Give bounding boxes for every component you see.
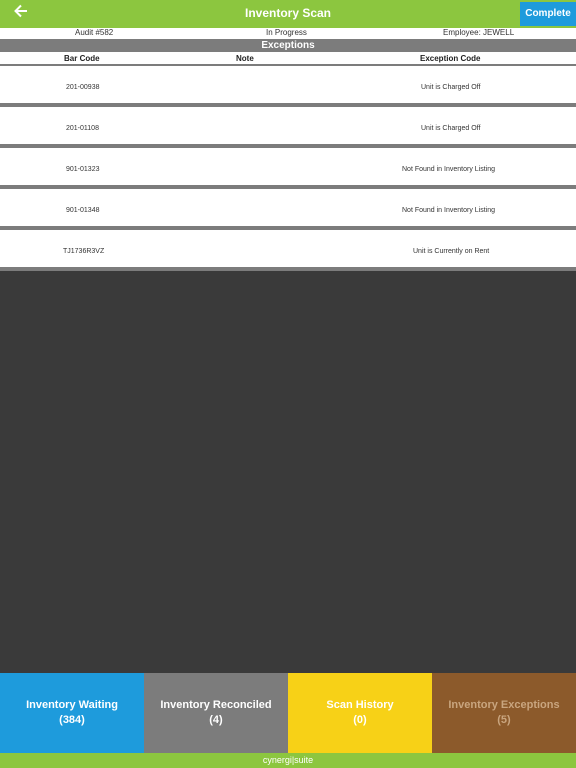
col-note: Note [236,54,254,63]
col-bar-code: Bar Code [64,54,100,63]
tile-label: Scan History [326,699,394,711]
row-bar-code: TJ1736R3VZ [63,248,105,255]
table-header: Bar Code Note Exception Code [0,52,576,66]
table-row[interactable]: 201-01108 Unit is Charged Off [0,107,576,148]
exceptions-table: 201-00938 Unit is Charged Off 201-01108 … [0,66,576,271]
row-bar-code: 201-01108 [66,125,99,132]
table-row[interactable]: 901-01348 Not Found in Inventory Listing [0,189,576,230]
complete-button[interactable]: Complete [520,2,576,26]
tile-count: (5) [497,714,511,726]
table-row[interactable]: 901-01323 Not Found in Inventory Listing [0,148,576,189]
audit-status: In Progress [266,28,307,37]
row-exception-code: Not Found in Inventory Listing [402,166,495,173]
inventory-exceptions-tile[interactable]: Inventory Exceptions (5) [432,673,576,753]
inventory-waiting-tile[interactable]: Inventory Waiting (384) [0,673,144,753]
scan-history-tile[interactable]: Scan History (0) [288,673,432,753]
summary-tiles: Inventory Waiting (384) Inventory Reconc… [0,673,576,753]
footer-brand: cynergi|suite [0,753,576,768]
tile-label: Inventory Reconciled [160,699,272,711]
row-bar-code: 201-00938 [66,84,100,91]
row-exception-code: Unit is Charged Off [421,125,481,132]
tile-count: (0) [353,714,367,726]
page-title: Inventory Scan [244,6,332,20]
row-bar-code: 901-01323 [66,166,100,173]
tile-count: (384) [59,714,85,726]
audit-number: Audit #582 [75,28,114,37]
row-exception-code: Unit is Charged Off [421,84,481,91]
top-bar: Inventory Scan Complete [0,0,576,28]
empty-list-area [0,291,576,673]
tile-count: (4) [209,714,223,726]
tile-label: Inventory Waiting [26,699,118,711]
exceptions-section-title: Exceptions [0,39,576,52]
row-exception-code: Unit is Currently on Rent [413,248,490,255]
table-row[interactable]: TJ1736R3VZ Unit is Currently on Rent [0,230,576,271]
inventory-reconciled-tile[interactable]: Inventory Reconciled (4) [144,673,288,753]
audit-info-row: Audit #582 In Progress Employee: JEWELL [0,28,576,39]
row-bar-code: 901-01348 [66,207,100,214]
table-row[interactable]: 201-00938 Unit is Charged Off [0,66,576,107]
employee-name: Employee: JEWELL [443,28,515,37]
tile-label: Inventory Exceptions [448,699,560,711]
row-exception-code: Not Found in Inventory Listing [402,207,495,214]
col-exception-code: Exception Code [420,54,481,63]
